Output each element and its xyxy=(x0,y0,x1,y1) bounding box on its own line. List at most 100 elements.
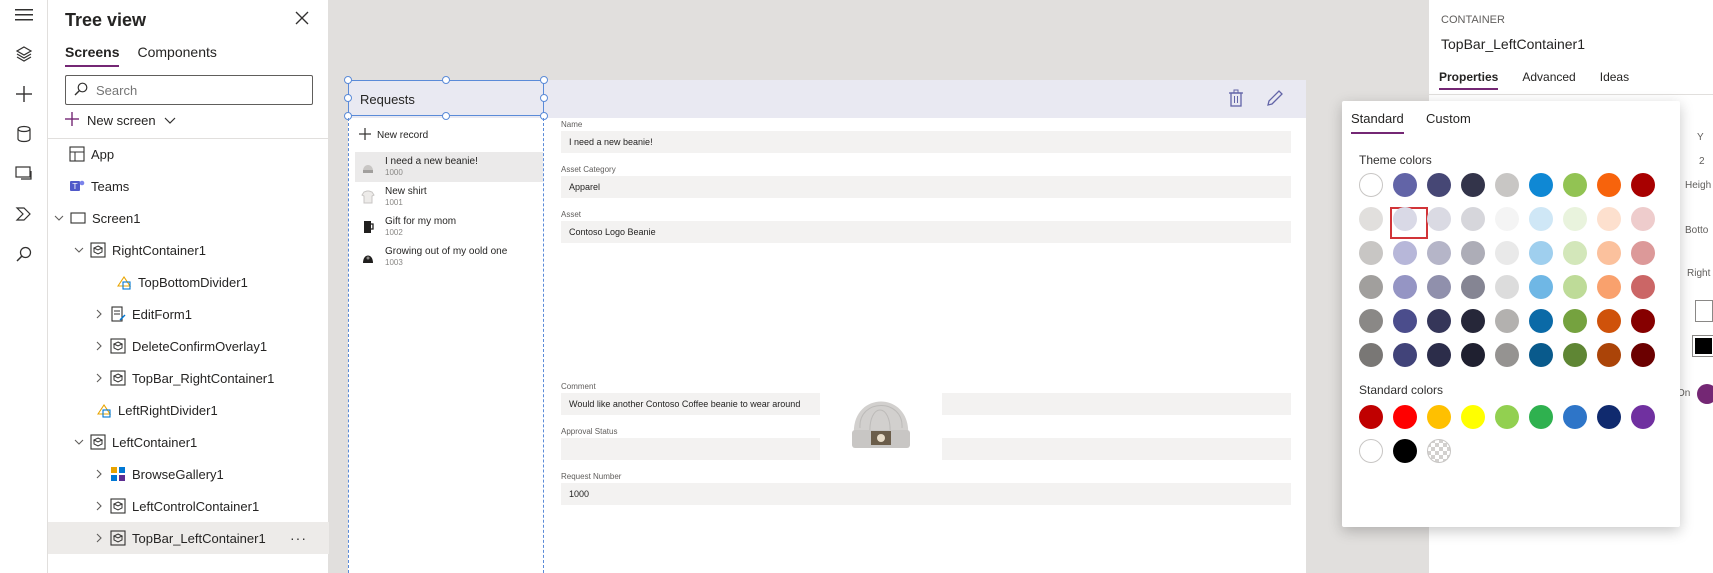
tree-node-app[interactable]: App xyxy=(48,138,329,170)
edit-pencil-icon[interactable] xyxy=(1266,89,1286,109)
color-swatch[interactable] xyxy=(1461,309,1485,333)
color-swatch[interactable] xyxy=(1427,173,1451,197)
color-swatch[interactable] xyxy=(1393,241,1417,265)
name-field[interactable]: I need a new beanie! xyxy=(561,131,1291,153)
trash-icon[interactable] xyxy=(1228,89,1248,109)
more-options-icon[interactable]: ··· xyxy=(290,530,307,546)
color-swatch[interactable] xyxy=(1563,309,1587,333)
chevron-down-icon[interactable] xyxy=(72,243,86,257)
resize-handle[interactable] xyxy=(344,76,352,84)
color-swatch[interactable] xyxy=(1393,275,1417,299)
resize-handle[interactable] xyxy=(540,94,548,102)
color-swatch[interactable] xyxy=(1597,343,1621,367)
color-swatch[interactable] xyxy=(1631,405,1655,429)
color-swatch[interactable] xyxy=(1393,439,1417,463)
chevron-right-icon[interactable] xyxy=(92,339,106,353)
color-swatch[interactable] xyxy=(1495,275,1519,299)
color-swatch[interactable] xyxy=(1529,275,1553,299)
color-swatch[interactable] xyxy=(1529,309,1553,333)
tree-node-topbar-leftcontainer1[interactable]: TopBar_LeftContainer1 ··· xyxy=(48,522,329,554)
tree-node-browsegallery1[interactable]: BrowseGallery1 xyxy=(48,458,329,490)
color-swatch[interactable] xyxy=(1563,275,1587,299)
tree-node-leftrightdivider1[interactable]: LeftRightDivider1 xyxy=(48,394,329,426)
tree-node-topbar-rightcontainer1[interactable]: TopBar_RightContainer1 xyxy=(48,362,329,394)
close-icon[interactable] xyxy=(294,10,312,28)
tree-node-teams[interactable]: T Teams xyxy=(48,170,329,202)
color-swatch[interactable] xyxy=(1631,275,1655,299)
color-swatch[interactable] xyxy=(1359,173,1383,197)
color-swatch[interactable] xyxy=(1597,275,1621,299)
tree-node-screen1[interactable]: Screen1 xyxy=(48,202,329,234)
tab-standard[interactable]: Standard xyxy=(1351,111,1404,134)
insert-icon[interactable] xyxy=(12,82,36,106)
color-swatch[interactable] xyxy=(1393,405,1417,429)
color-swatch[interactable] xyxy=(1393,343,1417,367)
chevron-down-icon[interactable] xyxy=(72,435,86,449)
color-swatch[interactable] xyxy=(1427,405,1451,429)
color-swatch[interactable] xyxy=(1563,207,1587,231)
tree-node-leftcontrolcontainer1[interactable]: LeftControlContainer1 xyxy=(48,490,329,522)
gallery-item[interactable]: New shirt 1001 xyxy=(355,182,543,212)
data-icon[interactable] xyxy=(12,122,36,146)
resize-handle[interactable] xyxy=(442,76,450,84)
tab-screens[interactable]: Screens xyxy=(65,44,120,67)
tab-components[interactable]: Components xyxy=(137,44,216,67)
color-swatch[interactable] xyxy=(1529,173,1553,197)
request-number-field[interactable]: 1000 xyxy=(561,483,1291,505)
new-record-button[interactable]: New record xyxy=(359,128,428,143)
color-swatch[interactable] xyxy=(1529,241,1553,265)
tab-properties[interactable]: Properties xyxy=(1439,70,1499,90)
color-swatch[interactable] xyxy=(1563,343,1587,367)
color-swatch[interactable] xyxy=(1495,405,1519,429)
tree-view-icon[interactable] xyxy=(0,36,48,72)
color-swatch[interactable] xyxy=(1461,173,1485,197)
color-swatch[interactable] xyxy=(1427,439,1451,463)
color-swatch[interactable] xyxy=(1563,173,1587,197)
color-swatch[interactable] xyxy=(1529,207,1553,231)
tree-node-rightcontainer1[interactable]: RightContainer1 xyxy=(48,234,329,266)
chevron-right-icon[interactable] xyxy=(92,531,106,545)
new-screen-button[interactable]: New screen xyxy=(65,112,176,129)
color-swatch[interactable] xyxy=(1461,343,1485,367)
color-swatch[interactable] xyxy=(1597,173,1621,197)
color-swatch[interactable] xyxy=(1359,439,1383,463)
color-swatch[interactable] xyxy=(1359,343,1383,367)
tree-node-leftcontainer1[interactable]: LeftContainer1 xyxy=(48,426,329,458)
color-swatch[interactable] xyxy=(1359,207,1383,231)
tab-advanced[interactable]: Advanced xyxy=(1522,70,1575,90)
color-swatch[interactable] xyxy=(1393,207,1417,231)
control-name[interactable]: TopBar_LeftContainer1 xyxy=(1441,36,1585,52)
chevron-right-icon[interactable] xyxy=(92,467,106,481)
color-swatch[interactable] xyxy=(1427,343,1451,367)
toggle-switch[interactable] xyxy=(1697,384,1713,404)
chevron-down-icon[interactable] xyxy=(52,211,66,225)
color-swatch[interactable] xyxy=(1427,275,1451,299)
resize-handle[interactable] xyxy=(344,94,352,102)
color-swatch[interactable] xyxy=(1529,405,1553,429)
color-swatch[interactable] xyxy=(1563,241,1587,265)
tab-ideas[interactable]: Ideas xyxy=(1600,70,1629,90)
color-swatch[interactable] xyxy=(1631,343,1655,367)
asset-field[interactable]: Contoso Logo Beanie xyxy=(561,221,1291,243)
tree-node-deleteconfirmoverlay1[interactable]: DeleteConfirmOverlay1 xyxy=(48,330,329,362)
chevron-right-icon[interactable] xyxy=(92,371,106,385)
color-swatch[interactable] xyxy=(1359,405,1383,429)
color-swatch[interactable] xyxy=(1427,241,1451,265)
color-swatch[interactable] xyxy=(1529,343,1553,367)
color-swatch[interactable] xyxy=(1359,275,1383,299)
tree-node-topbottomdivider1[interactable]: TopBottomDivider1 xyxy=(48,266,329,298)
color-swatch[interactable] xyxy=(1359,241,1383,265)
color-swatch[interactable] xyxy=(1393,309,1417,333)
color-swatch[interactable] xyxy=(1461,275,1485,299)
resize-handle[interactable] xyxy=(540,76,548,84)
color-swatch[interactable] xyxy=(1461,241,1485,265)
color-swatch[interactable] xyxy=(1461,207,1485,231)
color-swatch[interactable] xyxy=(1631,309,1655,333)
color-swatch[interactable] xyxy=(1427,309,1451,333)
color-swatch[interactable] xyxy=(1597,405,1621,429)
chevron-right-icon[interactable] xyxy=(92,499,106,513)
search-icon[interactable] xyxy=(12,242,36,266)
color-swatch[interactable] xyxy=(1692,335,1713,357)
search-input[interactable] xyxy=(96,82,296,98)
color-swatch[interactable] xyxy=(1495,207,1519,231)
